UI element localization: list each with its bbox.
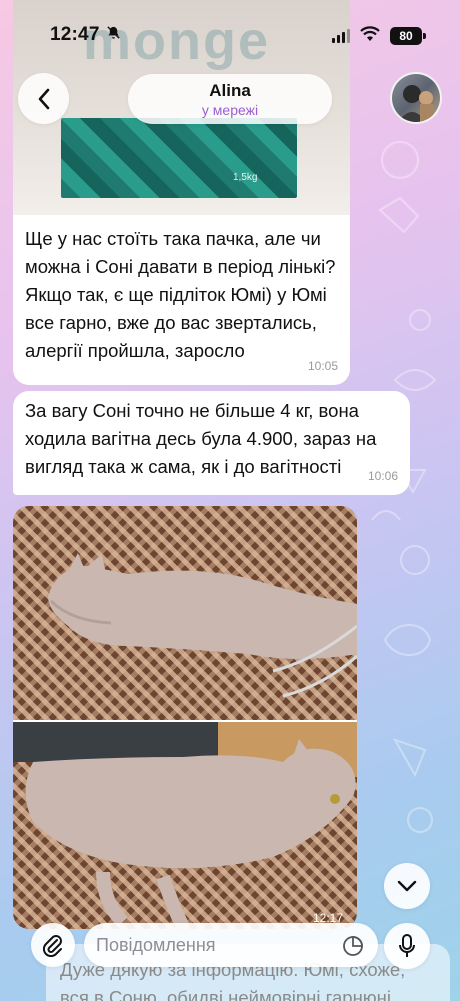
message-bubble-incoming[interactable]: За вагу Соні точно не більше 4 кг, вона …: [13, 391, 410, 495]
bell-slash-icon: [106, 24, 121, 46]
contact-name: Alina: [209, 80, 251, 100]
message-time: 10:06: [367, 469, 398, 483]
avatar[interactable]: [390, 72, 442, 124]
cat-photo-top[interactable]: [13, 506, 357, 720]
message-bubble-incoming[interactable]: Ще у нас стоїть така пачка, але чи можна…: [13, 215, 350, 385]
message-time: 10:05: [307, 359, 338, 373]
battery-tip: [423, 33, 426, 39]
cat-illustration: [48, 553, 357, 698]
cat-illustration: [13, 722, 357, 929]
wifi-icon: [360, 26, 380, 47]
status-time: 12:47: [50, 24, 100, 45]
chevron-down-icon: [397, 880, 417, 892]
attach-button[interactable]: [31, 923, 75, 967]
avatar-image: [398, 85, 434, 122]
food-package: [61, 118, 297, 198]
signal-icon: [332, 29, 350, 43]
scroll-down-button[interactable]: [384, 863, 430, 909]
back-button[interactable]: [18, 73, 69, 124]
photo-album[interactable]: 12:17: [13, 506, 357, 929]
microphone-icon: [399, 934, 415, 957]
cat-photo-side[interactable]: [13, 722, 357, 929]
chevron-left-icon: [38, 88, 49, 109]
status-bar: 12:47 80: [0, 0, 460, 68]
message-input[interactable]: [84, 923, 378, 967]
battery-icon: 80: [390, 27, 422, 45]
chat-title[interactable]: Alina у мережі: [128, 74, 332, 124]
message-text: Ще у нас стоїть така пачка, але чи можна…: [25, 228, 336, 361]
status-time-row: 12:47: [50, 24, 121, 46]
contact-status: у мережі: [201, 101, 259, 118]
message-text: За вагу Соні точно не більше 4 кг, вона …: [25, 400, 377, 477]
microphone-button[interactable]: [384, 923, 430, 969]
paperclip-icon: [42, 935, 62, 957]
pack-weight-label: 1,5kg: [233, 172, 258, 183]
sticker-icon: [343, 936, 363, 956]
sticker-button[interactable]: [341, 934, 365, 958]
